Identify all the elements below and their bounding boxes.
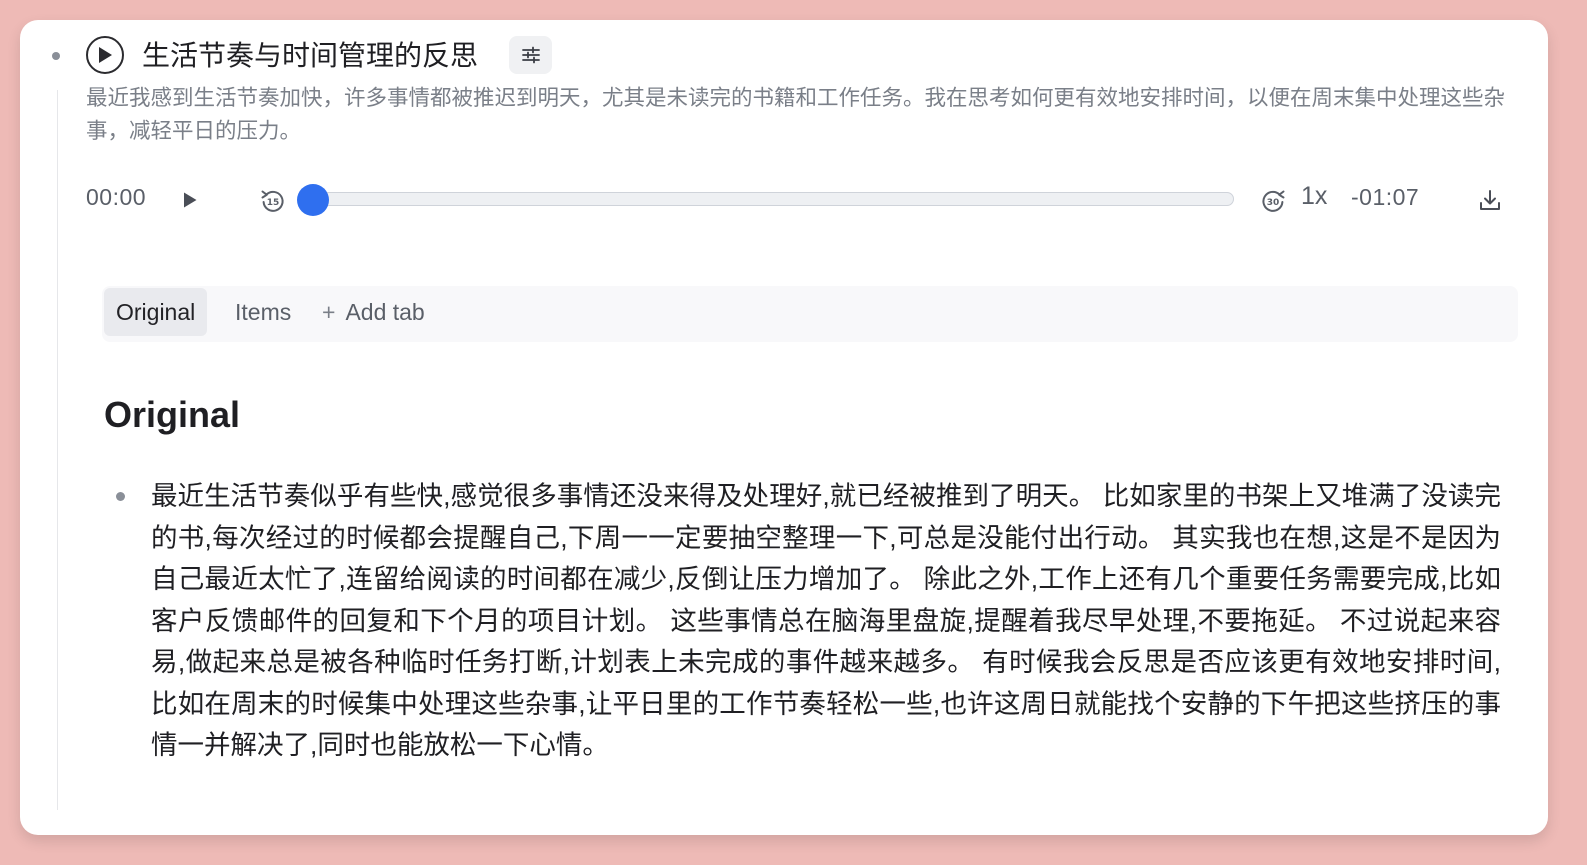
- audio-player: 00:00 15 30 1x -01:07: [86, 180, 1506, 220]
- remaining-time: -01:07: [1351, 184, 1420, 210]
- note-bullet[interactable]: [52, 52, 60, 60]
- thread-line: [57, 90, 58, 810]
- play-icon: [99, 47, 112, 63]
- list-bullet[interactable]: [116, 492, 125, 501]
- progress-track[interactable]: [310, 192, 1234, 206]
- tab-original[interactable]: Original: [104, 288, 208, 336]
- note-settings-button[interactable]: [509, 36, 552, 74]
- add-tab-button[interactable]: + Add tab: [322, 288, 425, 336]
- tab-items[interactable]: Items: [231, 288, 295, 336]
- forward-30-icon: 30: [1262, 190, 1285, 212]
- plus-icon: +: [322, 299, 336, 325]
- play-note-button[interactable]: [86, 36, 124, 74]
- rewind-15-icon: 15: [261, 190, 284, 212]
- add-tab-label: Add tab: [345, 299, 425, 325]
- note-summary: 最近我感到生活节奏加快，许多事情都被推迟到明天，尤其是未读完的书籍和工作任务。我…: [86, 86, 1506, 143]
- forward-seconds: 30: [1267, 198, 1280, 208]
- download-button[interactable]: [1476, 186, 1504, 214]
- playback-speed-button[interactable]: 1x: [1301, 182, 1327, 211]
- current-time: 00:00: [86, 184, 147, 210]
- rewind-seconds: 15: [267, 198, 280, 208]
- tabs-bar: Original Items + Add tab: [102, 286, 1518, 342]
- list-item: 最近生活节奏似乎有些快,感觉很多事情还没来得及处理好,就已经被推到了明天。 比如…: [151, 481, 1501, 760]
- sliders-icon: [521, 46, 540, 64]
- section-heading: Original: [104, 394, 241, 435]
- progress-thumb[interactable]: [297, 184, 329, 216]
- forward-30-button[interactable]: 30: [1258, 186, 1288, 216]
- download-icon: [1480, 190, 1500, 210]
- play-icon: [184, 192, 197, 208]
- rewind-15-button[interactable]: 15: [258, 186, 288, 216]
- note-title[interactable]: 生活节奏与时间管理的反思: [142, 36, 478, 76]
- player-play-button[interactable]: [178, 188, 202, 212]
- note-card: 生活节奏与时间管理的反思 最近我感到生活节奏加快，许多事情都被推迟到明天，尤其是…: [20, 20, 1548, 835]
